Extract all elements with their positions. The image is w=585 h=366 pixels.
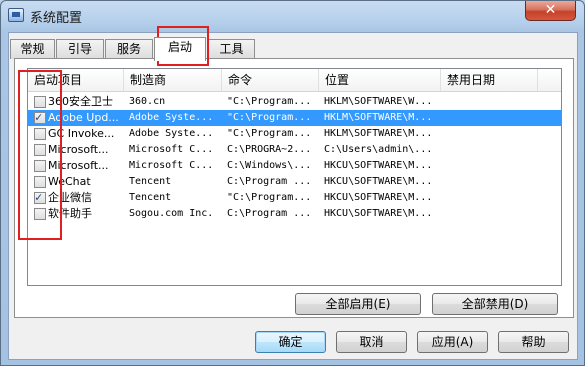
- startup-item-checkbox[interactable]: [34, 190, 46, 204]
- cell-maker: Sogou.com Inc.: [129, 208, 214, 219]
- cell-maker: Tencent: [129, 192, 172, 203]
- cell-command: C:\Program ...: [227, 208, 312, 219]
- tab-tools[interactable]: 工具: [208, 39, 255, 59]
- cell-maker: Adobe Syste...: [129, 112, 214, 123]
- table-row[interactable]: 360安全卫士 360.cn "C:\Program... HKLM\SOFTWARE…: [28, 94, 561, 110]
- column-header-manufacturer[interactable]: 制造商: [124, 69, 222, 91]
- table-row[interactable]: 软件助手 Sogou.com Inc. C:\Program ... HKCU\SOF…: [28, 206, 561, 222]
- cell-location: HKCU\SOFTWARE\M...: [324, 192, 433, 203]
- table-row[interactable]: GC Invoke... Adobe Syste... "C:\Program...…: [28, 126, 561, 142]
- close-button[interactable]: ✕: [525, 1, 576, 21]
- cell-date: [446, 158, 536, 174]
- cell-maker: Adobe Syste...: [129, 128, 214, 139]
- cell-date: [446, 174, 536, 190]
- startup-item-checkbox[interactable]: [34, 144, 46, 156]
- startup-item-checkbox[interactable]: [34, 160, 46, 172]
- cell-maker: Microsoft C...: [129, 160, 214, 171]
- app-icon: [8, 8, 24, 22]
- disable-all-button[interactable]: 全部禁用(D): [432, 293, 558, 315]
- cell-name: GC Invoke...: [48, 127, 115, 140]
- table-row[interactable]: Microsoft... Microsoft C... C:\PROGRA~2...…: [28, 142, 561, 158]
- cell-command: "C:\Program...: [227, 96, 312, 107]
- list-header: 启动项目 制造商 命令 位置 禁用日期: [28, 69, 561, 92]
- cell-command: C:\PROGRA~2...: [227, 144, 312, 155]
- help-button[interactable]: 帮助: [498, 331, 569, 353]
- cell-date: [446, 94, 536, 110]
- startup-item-checkbox[interactable]: [34, 208, 46, 220]
- cell-name: 企业微信: [48, 191, 92, 204]
- table-row[interactable]: 企业微信 Tencent "C:\Program... HKCU\SOFTWARE\M…: [28, 190, 561, 206]
- cell-location: HKCU\SOFTWARE\M...: [324, 160, 433, 171]
- table-row[interactable]: WeChat Tencent C:\Program ... HKCU\SOFTWARE…: [28, 174, 561, 190]
- ok-button[interactable]: 确定: [255, 331, 326, 353]
- cell-location: HKLM\SOFTWARE\M...: [324, 112, 433, 123]
- cell-maker: 360.cn: [129, 96, 166, 107]
- column-header-startup-item[interactable]: 启动项目: [28, 69, 124, 91]
- cell-location: HKLM\SOFTWARE\W...: [324, 96, 433, 107]
- cell-command: "C:\Program...: [227, 112, 312, 123]
- table-row[interactable]: Microsoft... Microsoft C... C:\Windows\...…: [28, 158, 561, 174]
- enable-all-button[interactable]: 全部启用(E): [295, 293, 421, 315]
- startup-item-checkbox[interactable]: [34, 96, 46, 108]
- cell-command: "C:\Program...: [227, 128, 312, 139]
- cell-name: Microsoft...: [48, 159, 109, 172]
- cell-name: Adobe Upd...: [48, 111, 119, 124]
- cell-location: HKCU\SOFTWARE\M...: [324, 208, 433, 219]
- cell-name: Microsoft...: [48, 143, 109, 156]
- column-header-command[interactable]: 命令: [222, 69, 319, 91]
- cell-date: [446, 206, 536, 222]
- cell-location: C:\Users\admin\...: [324, 144, 433, 155]
- cancel-button[interactable]: 取消: [336, 331, 407, 353]
- cell-location: HKCU\SOFTWARE\M...: [324, 176, 433, 187]
- cell-name: 软件助手: [48, 207, 92, 220]
- startup-item-checkbox[interactable]: [34, 176, 46, 188]
- tab-general[interactable]: 常规: [10, 39, 55, 59]
- tab-startup[interactable]: 启动: [154, 37, 206, 61]
- cell-location: HKLM\SOFTWARE\M...: [324, 128, 433, 139]
- cell-date: [446, 142, 536, 158]
- cell-date: [446, 190, 536, 206]
- cell-command: "C:\Program...: [227, 192, 312, 203]
- column-header-disabled-date[interactable]: 禁用日期: [441, 69, 538, 91]
- apply-button[interactable]: 应用(A): [417, 331, 488, 353]
- cell-maker: Tencent: [129, 176, 172, 187]
- cell-date: [446, 110, 536, 126]
- column-header-location[interactable]: 位置: [319, 69, 441, 91]
- table-row[interactable]: Adobe Upd... Adobe Syste... "C:\Program...…: [28, 110, 561, 126]
- tab-services[interactable]: 服务: [105, 39, 153, 59]
- startup-item-checkbox[interactable]: [34, 128, 46, 140]
- cell-date: [446, 126, 536, 142]
- cell-maker: Microsoft C...: [129, 144, 214, 155]
- cell-name: WeChat: [48, 175, 91, 188]
- startup-item-checkbox[interactable]: [34, 110, 46, 124]
- startup-items-list[interactable]: 启动项目 制造商 命令 位置 禁用日期 360安全卫士 360.cn "C:\Pro…: [27, 68, 562, 286]
- tab-boot[interactable]: 引导: [56, 39, 104, 59]
- cell-command: C:\Program ...: [227, 176, 312, 187]
- cell-name: 360安全卫士: [48, 95, 113, 108]
- title-bar[interactable]: 系统配置 ✕: [1, 1, 584, 31]
- cell-command: C:\Windows\...: [227, 160, 312, 171]
- window-title: 系统配置: [30, 11, 83, 26]
